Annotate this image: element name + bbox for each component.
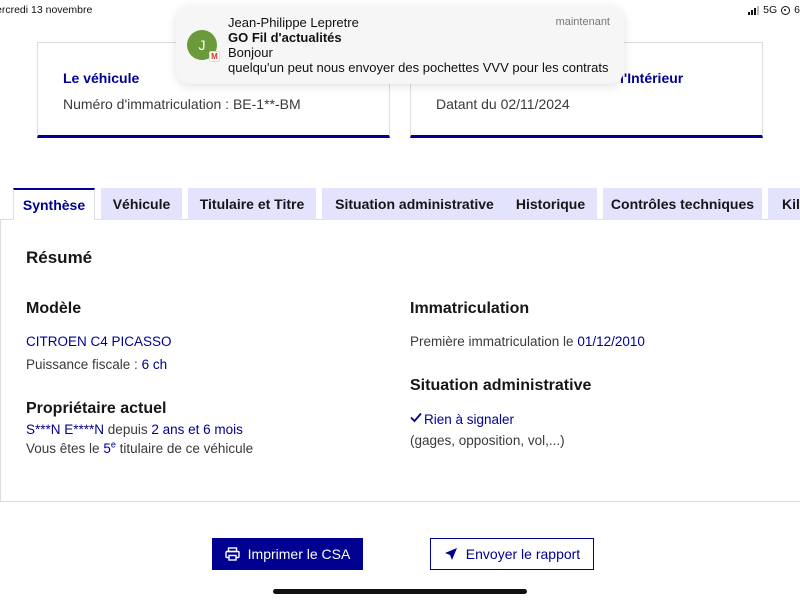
home-indicator[interactable] [273,589,527,594]
owner-heading: Propriétaire actuel [26,400,167,417]
printer-icon [224,547,240,561]
model-heading: Modèle [26,300,82,317]
admin-status-text: Rien à signaler [424,412,515,427]
tab-titulaire[interactable]: Titulaire et Titre [188,188,316,220]
tab-kilometrage[interactable]: Kilo [768,188,800,220]
tab-bar: Synthèse Véhicule Titulaire et Titre Sit… [13,188,800,220]
owner-line: S***N E****N depuis 2 ans et 6 mois [26,422,243,437]
network-label: 5G [763,4,778,16]
admin-status: Rien à signaler [410,412,514,427]
owner-rank-number: 5 [103,441,111,456]
vehicle-card-title: Le véhicule [63,70,140,86]
tab-vehicule[interactable]: Véhicule [101,188,182,220]
notification-title: GO Fil d'actualités [228,30,342,45]
gmail-icon: M [209,51,220,62]
registration-heading: Immatriculation [410,300,530,317]
first-registration-label: Première immatriculation le [410,334,578,349]
fiscal-power-value: 6 ch [141,357,168,372]
notification-time: maintenant [555,16,610,28]
status-date: ercredi 13 novembre [0,4,93,16]
owner-rank: Vous êtes le 5e titulaire de ce véhicule [26,440,254,456]
location-icon [781,5,791,15]
model-name: CITROEN C4 PICASSO [26,334,172,349]
send-report-label: Envoyer le rapport [465,546,581,562]
checkmark-icon [410,412,422,423]
status-indicators: 5G 6 [748,4,800,16]
battery-percent: 6 [794,4,800,16]
first-registration: Première immatriculation le 01/12/2010 [410,334,645,349]
admin-heading: Situation administrative [410,377,592,394]
tab-synthese[interactable]: Synthèse [13,188,95,220]
registration-number: Numéro d'immatriculation : BE-1**-BM [63,96,301,112]
notification-sender: Jean-Philippe Lepretre [228,15,359,30]
owner-since-value: 2 ans et 6 mois [151,422,243,437]
notification-line-2: quelqu'un peut nous envoyer des pochette… [228,60,608,75]
notification-line-1: Bonjour [228,45,273,60]
send-report-button[interactable]: Envoyer le rapport [430,538,594,570]
summary-heading: Résumé [26,248,93,267]
signal-icon [748,5,760,15]
push-notification[interactable]: J M Jean-Philippe Lepretre maintenant GO… [176,6,624,84]
print-csa-button[interactable]: Imprimer le CSA [212,538,363,570]
print-csa-label: Imprimer le CSA [247,546,351,562]
owner-since-label: depuis [104,422,152,437]
report-date: Datant du 02/11/2024 [436,96,570,112]
owner-name: S***N E****N [26,422,105,437]
fiscal-power: Puissance fiscale : 6 ch [26,357,167,372]
ministry-card-title: l'Intérieur [620,70,684,86]
first-registration-date: 01/12/2010 [577,334,645,349]
admin-detail: (gages, opposition, vol,...) [410,433,565,448]
fiscal-power-label: Puissance fiscale : [26,357,142,372]
tab-situation-administrative[interactable]: Situation administrative [322,188,507,220]
owner-rank-suffix: titulaire de ce véhicule [115,441,254,456]
owner-rank-prefix: Vous êtes le [26,441,104,456]
tab-historique[interactable]: Historique [504,188,597,220]
send-arrow-icon [444,548,457,560]
tab-controles-techniques[interactable]: Contrôles techniques [603,188,762,220]
